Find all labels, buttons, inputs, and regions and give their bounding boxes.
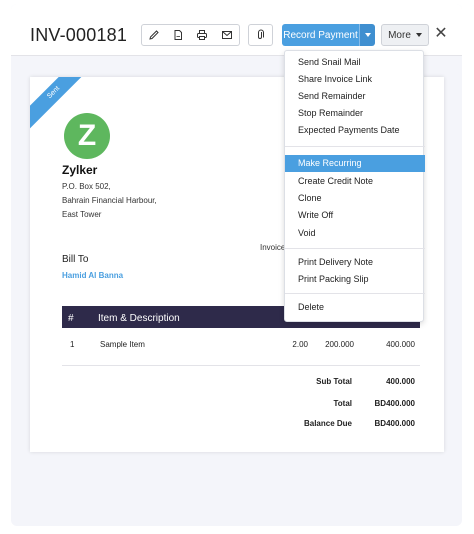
divider [62,365,420,366]
sub-total-label: Sub Total [316,377,352,386]
address-line: East Tower [62,210,102,219]
balance-due-label: Balance Due [303,419,352,428]
record-payment-button[interactable]: Record Payment [282,24,359,46]
menu-item-clone[interactable]: Clone [285,190,425,207]
page-title: INV-000181 [30,25,128,45]
table-cell-number: 1 [70,340,75,349]
record-payment-dropdown-toggle[interactable] [359,24,375,46]
table-cell-qty: 2.00 [292,340,308,349]
column-header-number: # [68,313,74,324]
chevron-down-icon [415,33,422,37]
invoice-label: Invoice [260,243,286,252]
close-icon[interactable]: ✕ [433,26,449,42]
column-header-item: Item & Description [98,313,180,324]
balance-due-value: BD400.000 [374,419,415,428]
print-button[interactable] [190,24,215,46]
bill-to-heading: Bill To [62,254,89,265]
table-cell-rate: 200.000 [325,340,354,349]
organization-logo: Z [64,113,110,159]
menu-item-print-packing-slip[interactable]: Print Packing Slip [285,271,425,288]
menu-item-send-snail-mail[interactable]: Send Snail Mail [285,54,425,71]
menu-divider [285,293,425,294]
menu-item-delete[interactable]: Delete [285,299,425,316]
sub-total-value: 400.000 [386,377,415,386]
table-cell-item: Sample Item [100,340,145,349]
table-cell-amount: 400.000 [386,340,415,349]
attach-button[interactable] [248,24,273,46]
menu-item-share-invoice-link[interactable]: Share Invoice Link [285,71,425,88]
menu-divider [285,248,425,249]
pdf-file-icon [174,30,182,40]
menu-item-make-recurring[interactable]: Make Recurring [285,155,425,172]
chevron-down-icon [364,33,371,37]
edit-button[interactable] [141,24,167,46]
more-button[interactable]: More [381,24,429,46]
more-dropdown-menu: Send Snail Mail Share Invoice Link Send … [284,50,425,322]
menu-item-stop-remainder[interactable]: Stop Remainder [285,105,425,122]
more-button-label: More [388,29,411,41]
menu-item-write-off[interactable]: Write Off [285,207,425,224]
menu-item-print-delivery-note[interactable]: Print Delivery Note [285,254,425,271]
printer-icon [197,30,207,40]
mail-icon [221,31,232,39]
address-line: Bahrain Financial Harbour, [62,196,157,205]
menu-item-create-credit-note[interactable]: Create Credit Note [285,173,425,190]
menu-item-void[interactable]: Void [285,225,425,242]
menu-divider [285,146,425,147]
pdf-button[interactable] [166,24,191,46]
pencil-icon [149,30,159,40]
total-value: BD400.000 [374,399,415,408]
total-label: Total [333,399,352,408]
email-button[interactable] [214,24,240,46]
paperclip-icon [257,29,264,39]
customer-name-link[interactable]: Hamid Al Banna [62,271,123,280]
menu-item-expected-payments-date[interactable]: Expected Payments Date [285,122,425,139]
organization-name: Zylker [62,163,98,177]
address-line: P.O. Box 502, [62,182,111,191]
menu-item-send-remainder[interactable]: Send Remainder [285,88,425,105]
